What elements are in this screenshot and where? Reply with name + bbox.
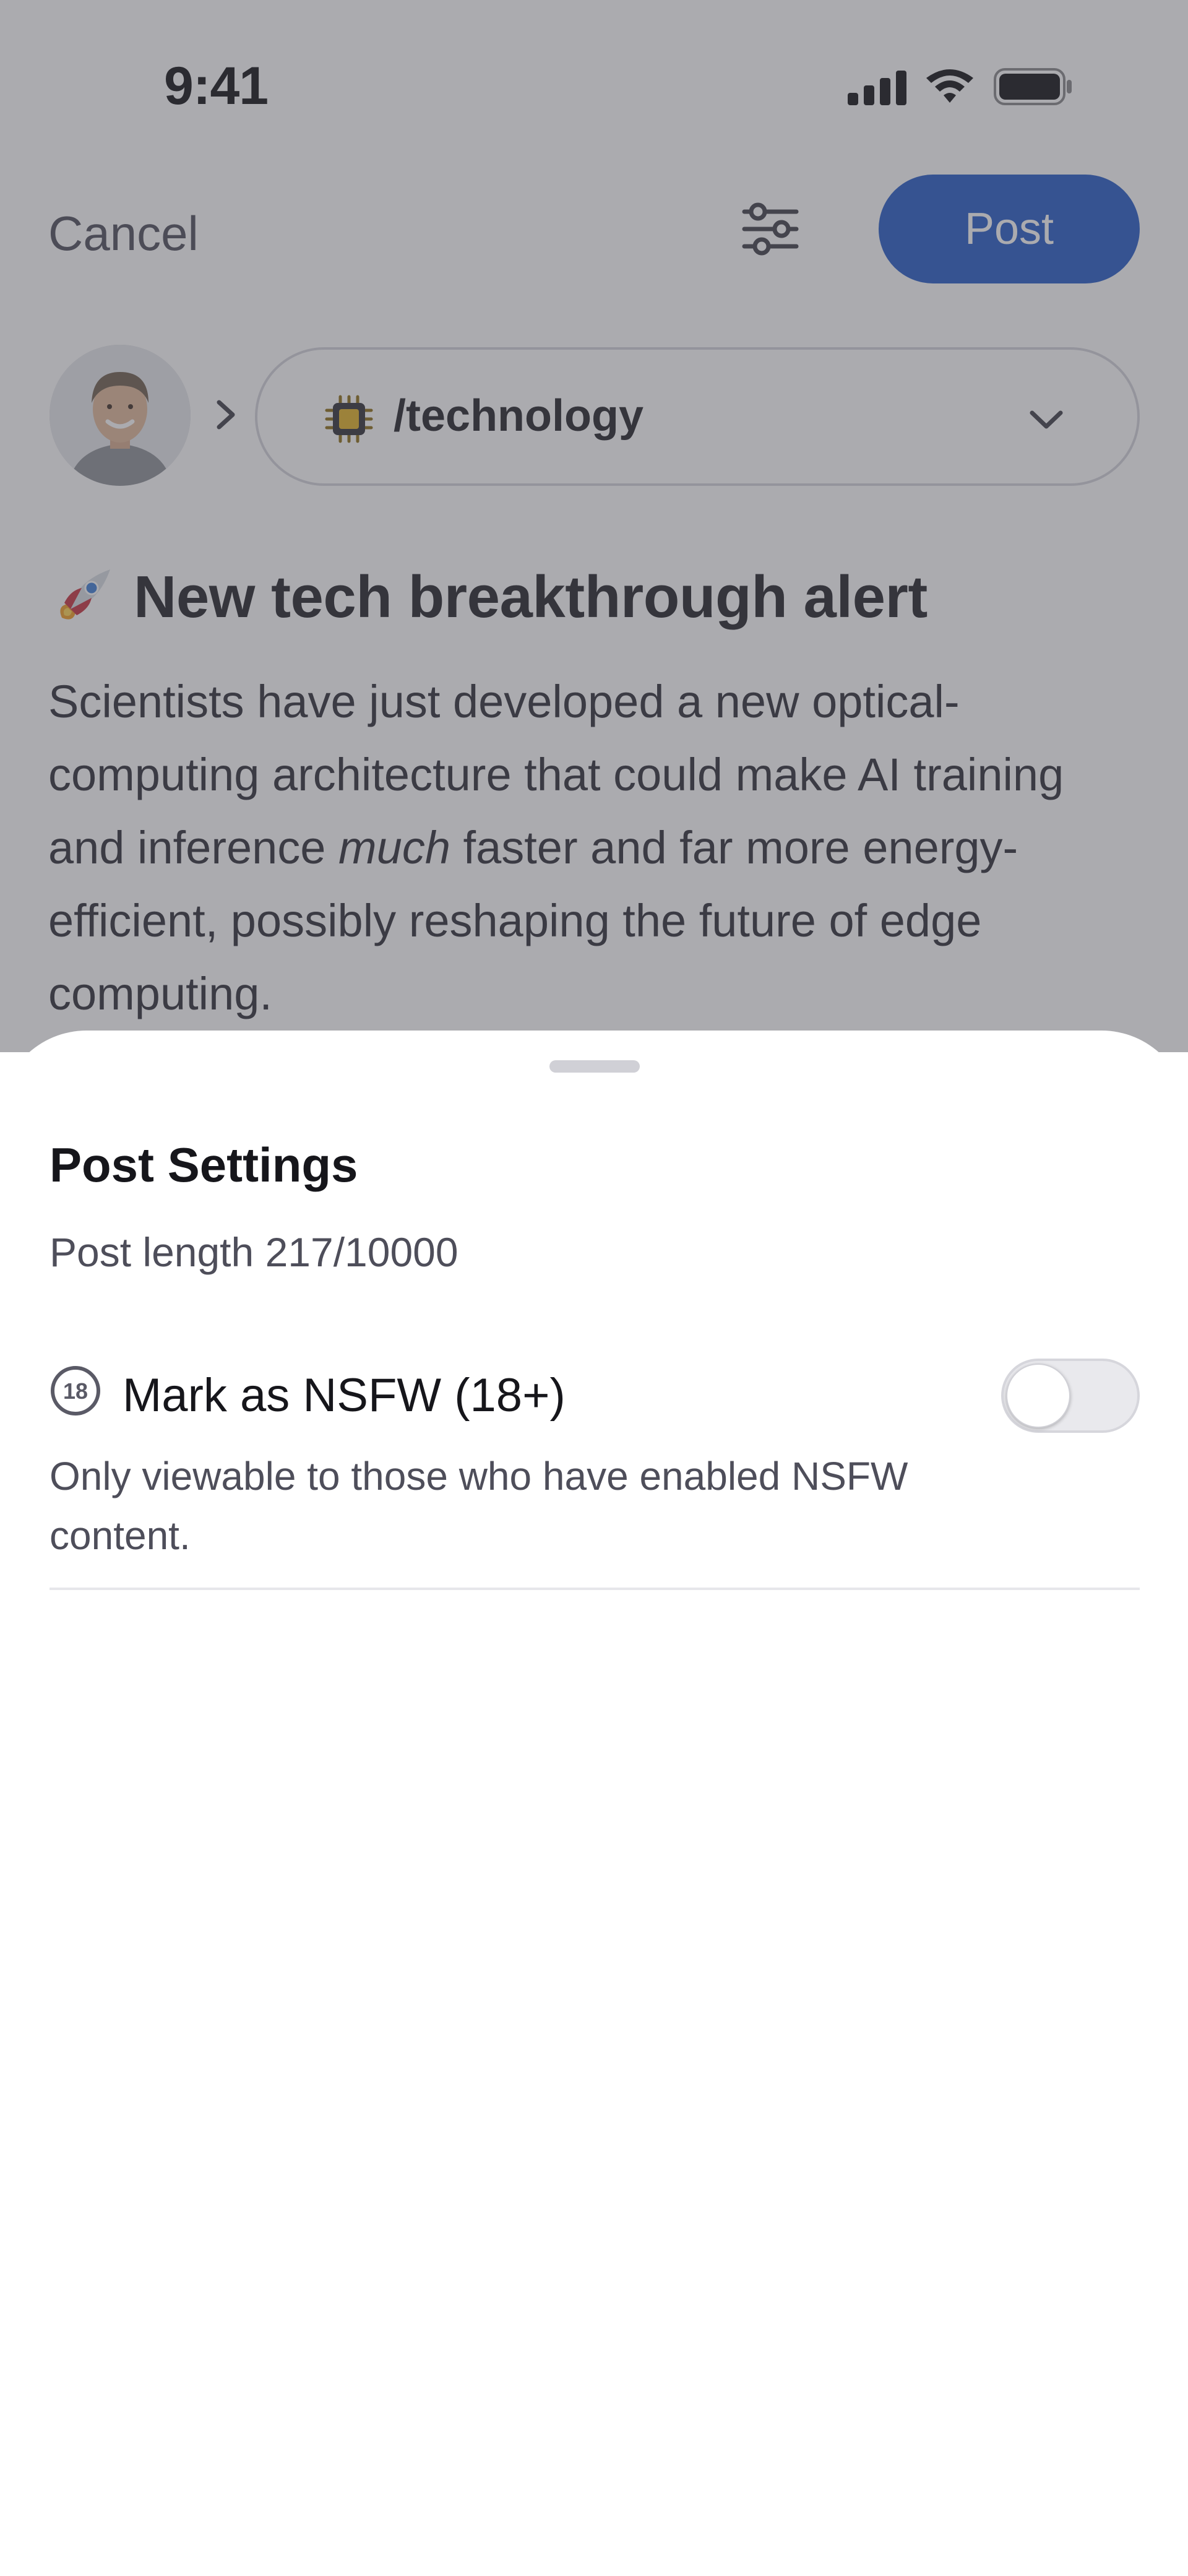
nsfw-toggle[interactable] <box>1001 1359 1140 1433</box>
sheet-grabber[interactable] <box>549 1060 640 1073</box>
nsfw-toggle-knob <box>1006 1364 1070 1428</box>
nsfw-label: Mark as NSFW (18+) <box>123 1369 566 1422</box>
dim-overlay[interactable] <box>0 0 1188 1052</box>
post-length-label: Post length <box>50 1229 254 1275</box>
post-length-value: 217/10000 <box>265 1229 458 1275</box>
nsfw-setting: 18 Mark as NSFW (18+) Only viewable to t… <box>50 1359 1140 1558</box>
divider <box>50 1588 1140 1590</box>
post-settings-sheet: Post Settings Post length 217/10000 18 M… <box>0 1031 1188 2576</box>
eighteen-plus-icon: 18 <box>50 1365 101 1417</box>
svg-text:18: 18 <box>63 1378 88 1404</box>
post-length: Post length 217/10000 <box>50 1229 458 1276</box>
nsfw-description: Only viewable to those who have enabled … <box>50 1454 908 1558</box>
sheet-title: Post Settings <box>50 1138 358 1192</box>
